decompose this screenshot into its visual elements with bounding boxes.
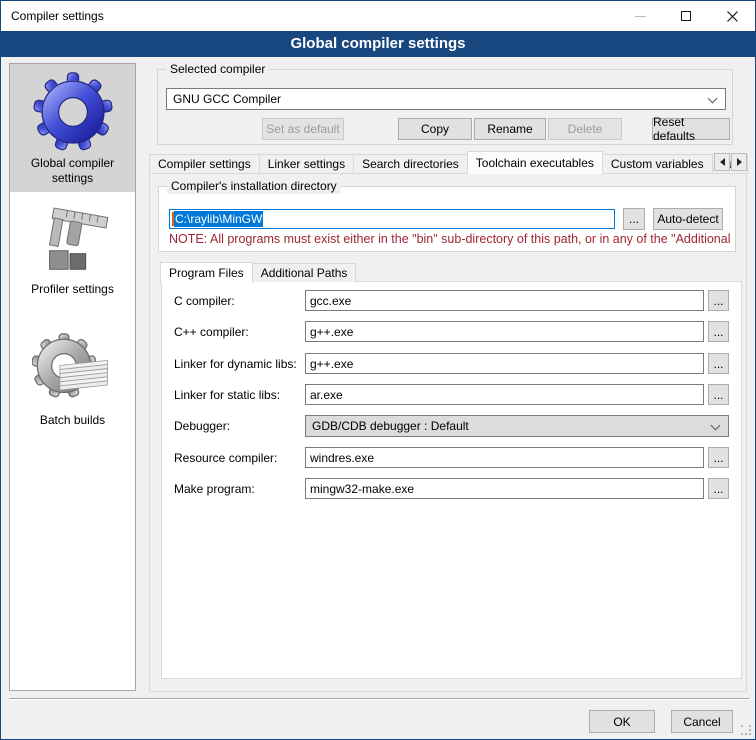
tab-custom-variables[interactable]: Custom variables bbox=[602, 154, 713, 174]
field-label: C++ compiler: bbox=[174, 325, 249, 339]
set-as-default-button: Set as default bbox=[262, 118, 344, 140]
files-subtab-bar: Program Files Additional Paths bbox=[160, 261, 355, 282]
triangle-left-icon bbox=[720, 158, 725, 166]
sidebar-item-label: Profiler settings bbox=[27, 280, 118, 303]
field-label: Resource compiler: bbox=[174, 451, 277, 465]
debugger-select-value: GDB/CDB debugger : Default bbox=[312, 419, 469, 433]
compiler-settings-dialog: Compiler settings Global compiler settin… bbox=[0, 0, 756, 740]
make-program-input[interactable] bbox=[305, 478, 704, 499]
tab-toolchain-executables[interactable]: Toolchain executables bbox=[467, 151, 603, 174]
tab-search-directories[interactable]: Search directories bbox=[353, 154, 468, 174]
dynamic-linker-input[interactable] bbox=[305, 353, 704, 374]
field-label: Linker for dynamic libs: bbox=[174, 357, 297, 371]
subtab-program-files[interactable]: Program Files bbox=[160, 262, 253, 283]
window-controls bbox=[617, 1, 755, 31]
tab-compiler-settings[interactable]: Compiler settings bbox=[149, 154, 260, 174]
triangle-right-icon bbox=[737, 158, 742, 166]
sidebar-item-global-compiler-settings[interactable]: Global compiler settings bbox=[10, 64, 135, 192]
make-program-row: Make program: ... bbox=[162, 478, 741, 502]
debugger-row: Debugger: GDB/CDB debugger : Default bbox=[162, 415, 741, 439]
chevron-down-icon bbox=[708, 94, 718, 104]
installation-directory-input[interactable]: C:\raylib\MinGW bbox=[169, 209, 615, 229]
program-files-page: C compiler: ... C++ compiler: ... Linker… bbox=[161, 281, 742, 679]
sidebar-item-label: Batch builds bbox=[36, 411, 109, 434]
blue-gear-icon bbox=[33, 70, 113, 154]
tab-scroll-right-button[interactable] bbox=[731, 153, 747, 171]
browse-c-compiler-button[interactable]: ... bbox=[708, 290, 729, 311]
browse-resource-compiler-button[interactable]: ... bbox=[708, 447, 729, 468]
browse-cpp-compiler-button[interactable]: ... bbox=[708, 321, 729, 342]
minimize-button[interactable] bbox=[617, 1, 663, 31]
installation-directory-group: Compiler's installation directory C:\ray… bbox=[158, 186, 736, 252]
tab-linker-settings[interactable]: Linker settings bbox=[259, 154, 354, 174]
close-icon bbox=[727, 11, 738, 22]
debugger-select[interactable]: GDB/CDB debugger : Default bbox=[305, 415, 729, 437]
compiler-select[interactable]: GNU GCC Compiler bbox=[166, 88, 726, 110]
browse-make-program-button[interactable]: ... bbox=[708, 478, 729, 499]
cancel-button[interactable]: Cancel bbox=[671, 710, 733, 733]
selected-compiler-group: Selected compiler GNU GCC Compiler Set a… bbox=[157, 69, 733, 145]
group-legend: Selected compiler bbox=[166, 62, 269, 77]
group-legend: Compiler's installation directory bbox=[167, 179, 341, 194]
resize-grip[interactable] bbox=[741, 725, 751, 735]
c-compiler-row: C compiler: ... bbox=[162, 290, 741, 314]
dynamic-linker-row: Linker for dynamic libs: ... bbox=[162, 353, 741, 377]
browse-static-linker-button[interactable]: ... bbox=[708, 384, 729, 405]
auto-detect-button[interactable]: Auto-detect bbox=[653, 208, 723, 230]
maximize-icon bbox=[681, 11, 691, 21]
field-label: Linker for static libs: bbox=[174, 388, 280, 402]
sidebar-item-label: Global compiler settings bbox=[10, 154, 135, 192]
resource-compiler-row: Resource compiler: ... bbox=[162, 447, 741, 471]
tab-scroll-left-button[interactable] bbox=[714, 153, 730, 171]
compiler-select-value: GNU GCC Compiler bbox=[173, 92, 281, 106]
browse-dynamic-linker-button[interactable]: ... bbox=[708, 353, 729, 374]
caliper-icon bbox=[33, 202, 113, 280]
c-compiler-input[interactable] bbox=[305, 290, 704, 311]
selected-path-text: C:\raylib\MinGW bbox=[174, 211, 263, 227]
delete-button: Delete bbox=[548, 118, 622, 140]
field-label: Make program: bbox=[174, 482, 255, 496]
sidebar-item-batch-builds[interactable]: Batch builds bbox=[10, 329, 135, 434]
field-label: Debugger: bbox=[174, 419, 230, 433]
subtab-additional-paths[interactable]: Additional Paths bbox=[252, 263, 357, 282]
minimize-icon bbox=[635, 16, 646, 17]
title-bar: Compiler settings bbox=[1, 1, 755, 31]
close-button[interactable] bbox=[709, 1, 755, 31]
settings-tab-bar: Compiler settings Linker settings Search… bbox=[149, 151, 747, 174]
browse-directory-button[interactable]: ... bbox=[623, 208, 645, 230]
toolchain-executables-page: Compiler's installation directory C:\ray… bbox=[149, 173, 747, 692]
copy-button[interactable]: Copy bbox=[398, 118, 472, 140]
sidebar-item-profiler-settings[interactable]: Profiler settings bbox=[10, 202, 135, 303]
tab-scroll-buttons bbox=[714, 153, 747, 171]
note-text: NOTE: All programs must exist either in … bbox=[169, 232, 732, 246]
page-title: Global compiler settings bbox=[1, 31, 755, 57]
rename-button[interactable]: Rename bbox=[474, 118, 546, 140]
ok-button[interactable]: OK bbox=[589, 710, 655, 733]
field-label: C compiler: bbox=[174, 294, 235, 308]
window-title: Compiler settings bbox=[11, 9, 104, 23]
footer-divider bbox=[9, 698, 749, 700]
reset-defaults-button[interactable]: Reset defaults bbox=[652, 118, 730, 140]
static-linker-input[interactable] bbox=[305, 384, 704, 405]
resize-grip-dots bbox=[741, 725, 743, 727]
gear-stack-icon bbox=[32, 329, 114, 411]
settings-category-list: Global compiler settings Profiler settin… bbox=[9, 63, 136, 691]
main-content: Selected compiler GNU GCC Compiler Set a… bbox=[149, 63, 749, 691]
chevron-down-icon bbox=[711, 421, 721, 431]
static-linker-row: Linker for static libs: ... bbox=[162, 384, 741, 408]
cpp-compiler-input[interactable] bbox=[305, 321, 704, 342]
maximize-button[interactable] bbox=[663, 1, 709, 31]
resource-compiler-input[interactable] bbox=[305, 447, 704, 468]
cpp-compiler-row: C++ compiler: ... bbox=[162, 321, 741, 345]
